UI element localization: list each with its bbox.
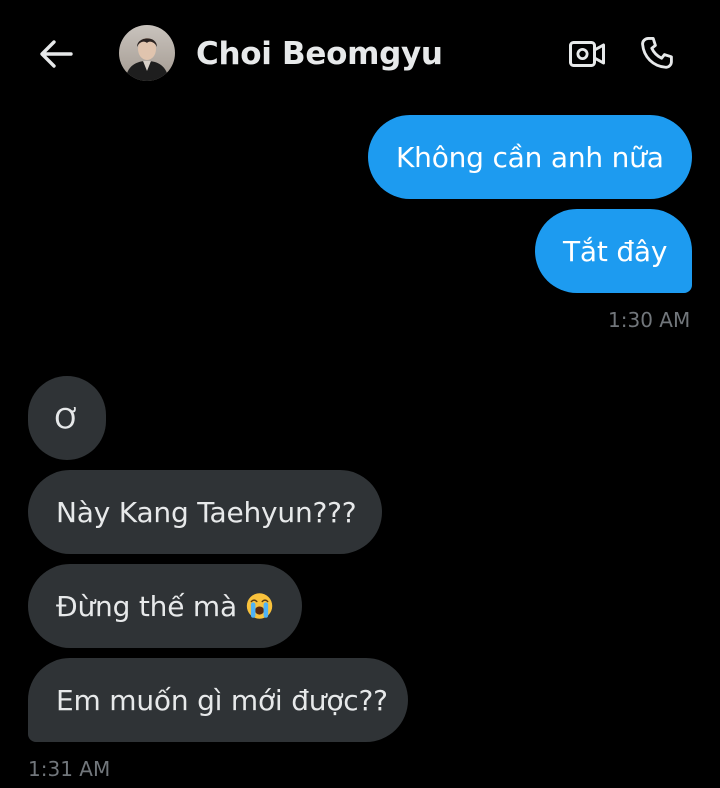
message-text: Đừng thế mà [56,589,237,623]
video-call-button[interactable] [566,34,608,74]
message-text: Không cần anh nữa [396,140,664,174]
contact-name[interactable]: Choi Beomgyu [196,36,443,72]
received-message[interactable]: Đừng thế mà [28,564,302,648]
video-camera-icon [569,41,605,67]
sent-message[interactable]: Tắt đây [535,209,692,293]
phone-icon [641,37,673,69]
avatar[interactable] [119,25,175,81]
message-text: Em muốn gì mới được?? [56,683,388,717]
back-button[interactable] [36,34,76,74]
avatar-image [119,25,175,81]
message-text: Này Kang Taehyun??? [56,495,357,529]
message-text: Ơ [54,401,80,435]
received-timestamp: 1:31 AM [28,757,111,781]
sent-timestamp: 1:30 AM [608,308,691,332]
loudly-crying-face-icon [246,593,273,619]
received-message[interactable]: Em muốn gì mới được?? [28,658,408,742]
arrow-left-icon [40,40,73,68]
chat-header: Choi Beomgyu [0,0,720,110]
voice-call-button[interactable] [636,32,678,74]
message-text: Tắt đây [563,234,668,268]
received-message[interactable]: Này Kang Taehyun??? [28,470,382,554]
sent-message[interactable]: Không cần anh nữa [368,115,692,199]
received-message[interactable]: Ơ [28,376,106,460]
